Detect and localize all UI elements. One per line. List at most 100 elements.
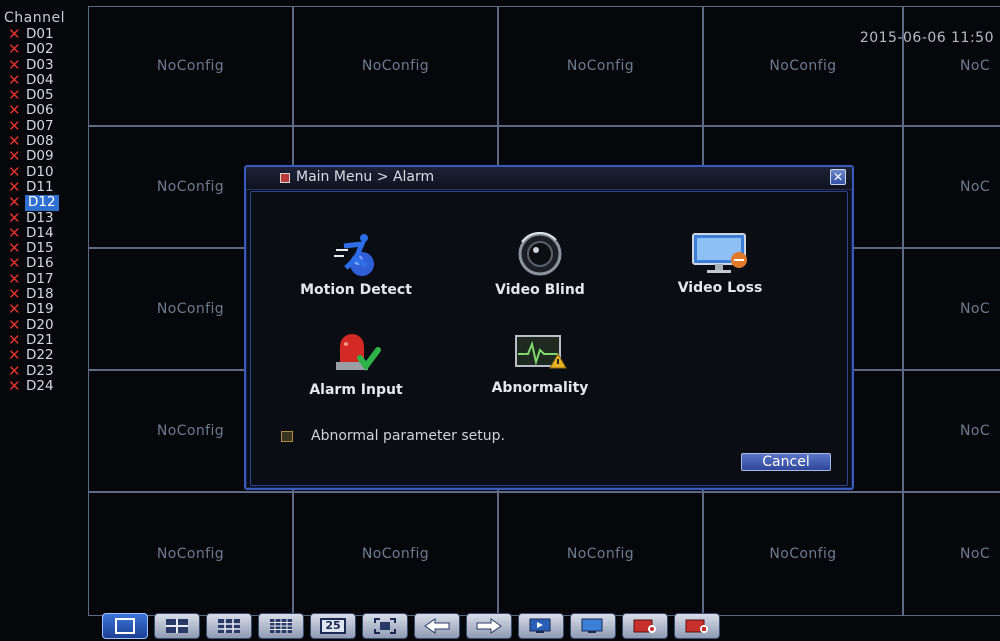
channel-name: D14 [26, 224, 54, 241]
video-cell[interactable]: NoConfig [88, 492, 293, 616]
channel-name: D09 [26, 148, 54, 165]
alarm-input-item[interactable]: Alarm Input [281, 332, 431, 412]
video-cell[interactable]: NoConfig [88, 6, 293, 126]
no-config-label: NoConfig [156, 301, 225, 317]
fullscreen-icon [373, 618, 397, 634]
x-icon: ✕ [8, 376, 21, 395]
channel-list: ✕ D01 ✕ D02 ✕ D03 ✕ D04 ✕ D05 ✕ D06 ✕ D07 ✕ D08 ✕ D09 ✕ D10… [6, 26, 59, 395]
no-config-label: NoConfig [361, 58, 430, 74]
channel-name: D20 [26, 316, 54, 333]
close-icon: ✕ [832, 170, 844, 184]
channel-name: D19 [26, 301, 54, 318]
channel-name: D05 [26, 87, 54, 104]
video-cell[interactable]: NoConfig [498, 492, 703, 616]
channel-name: D11 [26, 178, 54, 195]
no-config-label: NoConfig [769, 546, 837, 562]
previous-button[interactable] [414, 613, 460, 639]
menu-icon [280, 173, 290, 183]
record-button[interactable] [622, 613, 668, 639]
no-config-label: NoConfig [156, 546, 225, 562]
no-config-label: NoC [960, 546, 991, 562]
quad-view-button[interactable] [154, 613, 200, 639]
video-cell[interactable]: NoConfig [293, 6, 498, 126]
channel-name: D03 [26, 56, 54, 73]
bottom-toolbar: 25 [96, 613, 1000, 641]
stop-record-button[interactable] [674, 613, 720, 639]
abnormality-item[interactable]: Abnormality [465, 332, 615, 412]
quad-view-icon [165, 618, 189, 634]
channel-name: D02 [26, 41, 54, 58]
channel-panel: Channel ✕ D01 ✕ D02 ✕ D03 ✕ D04 ✕ D05 ✕ D06 ✕ D07 ✕ D08… [0, 6, 88, 626]
stop-record-icon [684, 618, 710, 634]
nine-view-button[interactable] [206, 613, 252, 639]
video-cell[interactable]: NoC [903, 248, 1000, 370]
no-config-label: NoConfig [769, 58, 837, 74]
playback-icon [528, 618, 554, 634]
channel-name: D22 [26, 347, 54, 364]
no-config-label: NoC [960, 423, 991, 439]
alarm-input-label: Alarm Input [309, 382, 403, 398]
no-config-label: NoConfig [566, 58, 635, 74]
playback-button[interactable] [518, 613, 564, 639]
previous-icon [423, 618, 451, 634]
video-loss-item[interactable]: Video Loss [645, 232, 795, 312]
monitor-icon [692, 233, 747, 273]
alarm-dialog: Main Menu > Alarm ✕ Motion Detect Video … [244, 165, 854, 490]
close-button[interactable]: ✕ [830, 169, 846, 185]
video-cell[interactable]: NoC [903, 370, 1000, 492]
no-config-label: NoConfig [156, 179, 225, 195]
dialog-content: Motion Detect Video Blind Video Loss Ala… [250, 191, 848, 486]
abnormality-label: Abnormality [491, 380, 589, 396]
status-line: Abnormal parameter setup. [281, 428, 505, 444]
no-config-label: NoC [960, 179, 991, 195]
channel-name: D04 [26, 71, 54, 88]
channel-name: D15 [26, 240, 54, 257]
channel-name: D01 [26, 26, 54, 42]
no-config-label: NoConfig [156, 423, 225, 439]
no-config-label: NoConfig [156, 58, 225, 74]
channel-name: D21 [26, 331, 54, 348]
no-config-label: NoConfig [566, 546, 635, 562]
monitor-button[interactable] [570, 613, 616, 639]
channel-name: D23 [26, 362, 54, 379]
twenty-five-view-icon: 25 [320, 618, 346, 634]
camera-lens-icon [518, 232, 562, 276]
motion-detect-item[interactable]: Motion Detect [281, 232, 431, 312]
channel-name: D17 [26, 270, 54, 287]
video-cell[interactable]: NoConfig [498, 6, 703, 126]
dialog-titlebar: Main Menu > Alarm ✕ [246, 167, 852, 190]
monitor-icon [580, 618, 606, 634]
channel-name: D10 [26, 163, 54, 180]
video-cell[interactable]: NoC [903, 6, 1000, 126]
sixteen-view-icon [269, 618, 293, 634]
channel-name: D08 [26, 133, 54, 150]
sixteen-view-button[interactable] [258, 613, 304, 639]
video-cell[interactable]: NoConfig [703, 492, 903, 616]
channel-name: D06 [26, 102, 54, 119]
twenty-five-view-button[interactable]: 25 [310, 613, 356, 639]
video-cell[interactable]: NoConfig [703, 6, 903, 126]
info-icon [281, 430, 293, 442]
warning-monitor-icon [515, 335, 567, 369]
timestamp: 2015-06-06 11:50 [859, 30, 994, 46]
no-config-label: NoC [960, 301, 991, 317]
video-cell[interactable]: NoC [903, 492, 1000, 616]
fullscreen-button[interactable] [362, 613, 408, 639]
next-button[interactable] [466, 613, 512, 639]
video-cell[interactable]: NoC [903, 126, 1000, 248]
nine-view-icon [217, 618, 241, 634]
video-blind-label: Video Blind [495, 282, 585, 298]
no-config-label: NoConfig [361, 546, 430, 562]
single-view-icon [114, 618, 136, 634]
channel-item[interactable]: ✕ D24 [6, 376, 59, 395]
video-blind-item[interactable]: Video Blind [465, 232, 615, 312]
siren-icon [336, 334, 381, 371]
cancel-button[interactable]: Cancel [741, 453, 831, 471]
video-cell[interactable]: NoConfig [293, 492, 498, 616]
no-config-label: NoC [960, 58, 991, 74]
dialog-title: Main Menu > Alarm [296, 169, 435, 185]
video-loss-label: Video Loss [677, 280, 763, 296]
single-view-button[interactable] [102, 613, 148, 639]
motion-detect-label: Motion Detect [300, 282, 412, 298]
channel-name: D18 [26, 286, 54, 303]
